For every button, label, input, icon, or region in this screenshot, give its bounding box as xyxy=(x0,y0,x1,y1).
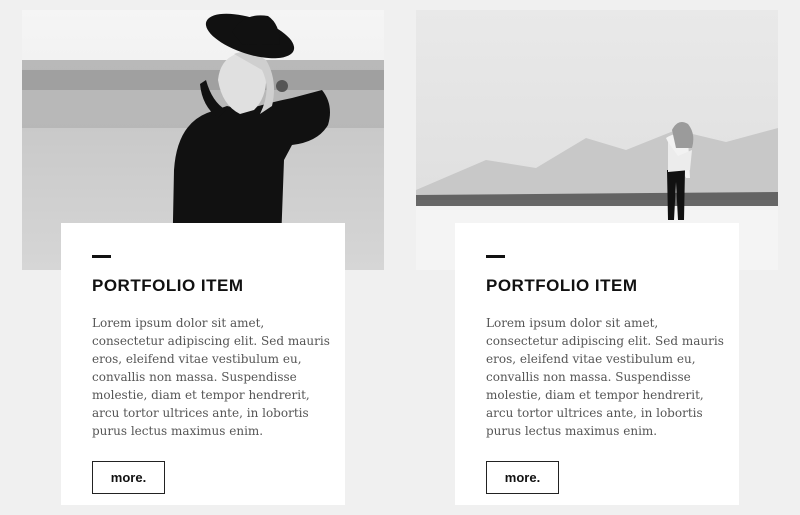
accent-bar xyxy=(486,255,505,258)
portfolio-text-card: PORTFOLIO ITEM Lorem ipsum dolor sit ame… xyxy=(455,223,739,505)
more-button[interactable]: more. xyxy=(486,461,559,494)
portfolio-title: PORTFOLIO ITEM xyxy=(92,276,244,295)
portfolio-page: PORTFOLIO ITEM Lorem ipsum dolor sit ame… xyxy=(0,0,800,515)
portfolio-card: PORTFOLIO ITEM Lorem ipsum dolor sit ame… xyxy=(22,10,384,515)
portfolio-description: Lorem ipsum dolor sit amet, consectetur … xyxy=(92,316,330,438)
portfolio-card: PORTFOLIO ITEM Lorem ipsum dolor sit ame… xyxy=(416,10,778,515)
portfolio-text-card: PORTFOLIO ITEM Lorem ipsum dolor sit ame… xyxy=(61,223,345,505)
portfolio-description: Lorem ipsum dolor sit amet, consectetur … xyxy=(486,316,724,438)
more-button[interactable]: more. xyxy=(92,461,165,494)
accent-bar xyxy=(92,255,111,258)
portfolio-title: PORTFOLIO ITEM xyxy=(486,276,638,295)
